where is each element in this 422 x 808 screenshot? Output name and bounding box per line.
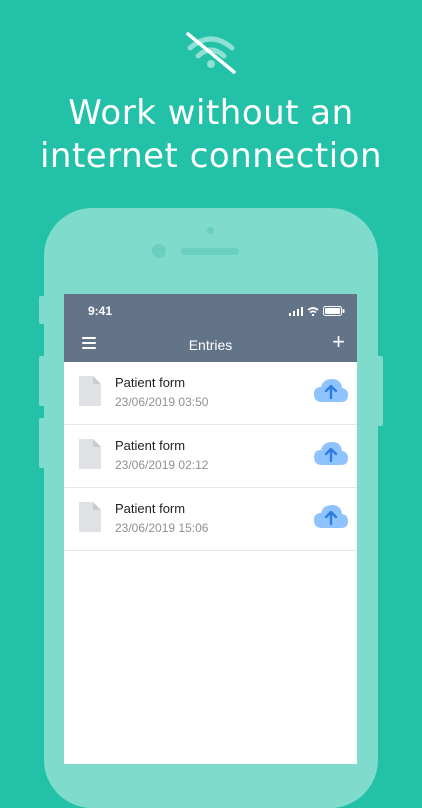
list-item[interactable]: Patient form 23/06/2019 15:06 bbox=[64, 488, 357, 551]
document-icon bbox=[79, 502, 101, 532]
phone-screen: 9:41 Entries + Patient form 23/06/2019 0… bbox=[64, 294, 357, 764]
headline-line-1: Work without an bbox=[68, 93, 354, 133]
page-title: Entries bbox=[188, 337, 233, 353]
document-icon bbox=[79, 376, 101, 406]
headline: Work without an internet connection bbox=[0, 92, 422, 178]
entry-title: Patient form bbox=[115, 501, 186, 516]
front-camera bbox=[152, 244, 166, 258]
status-icons bbox=[289, 306, 345, 316]
entry-title: Patient form bbox=[115, 438, 186, 453]
entry-date: 23/06/2019 03:50 bbox=[115, 395, 209, 409]
status-time: 9:41 bbox=[88, 304, 113, 318]
entry-title: Patient form bbox=[115, 375, 186, 390]
list-item[interactable]: Patient form 23/06/2019 02:12 bbox=[64, 425, 357, 488]
cloud-upload-icon[interactable] bbox=[314, 441, 348, 467]
battery-icon bbox=[323, 306, 345, 316]
entries-list: Patient form 23/06/2019 03:50 Patient fo… bbox=[64, 362, 357, 551]
list-item[interactable]: Patient form 23/06/2019 03:50 bbox=[64, 362, 357, 425]
signal-icon bbox=[289, 306, 303, 316]
navigation-bar: 9:41 Entries + bbox=[64, 294, 357, 362]
add-entry-button[interactable]: + bbox=[332, 330, 345, 354]
headline-line-2: internet connection bbox=[39, 136, 383, 176]
cloud-upload-icon[interactable] bbox=[314, 504, 348, 530]
document-icon bbox=[79, 439, 101, 469]
wifi-icon bbox=[307, 306, 319, 316]
entry-date: 23/06/2019 02:12 bbox=[115, 458, 209, 472]
entry-date: 23/06/2019 15:06 bbox=[115, 521, 209, 535]
cloud-upload-icon[interactable] bbox=[314, 378, 348, 404]
earpiece-speaker bbox=[181, 248, 239, 255]
front-sensor bbox=[207, 227, 214, 234]
wifi-off-icon bbox=[186, 32, 236, 74]
